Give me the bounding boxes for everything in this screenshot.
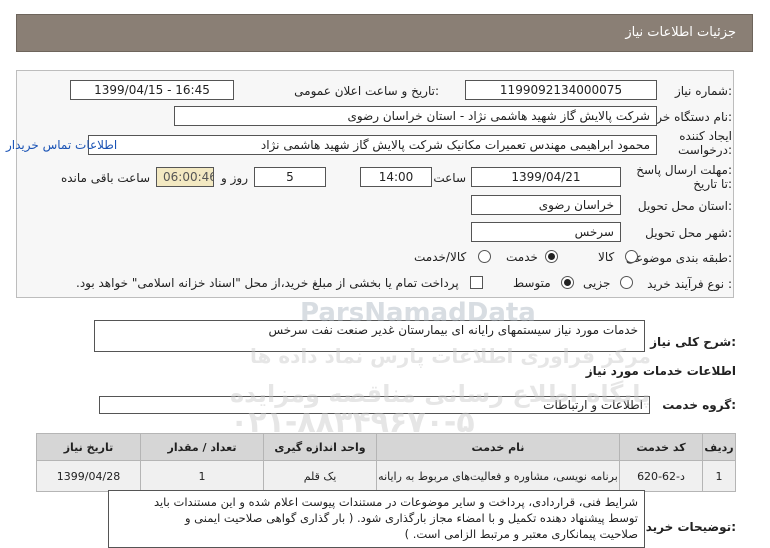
announce-field: 1399/04/15 - 16:45 <box>70 80 234 100</box>
page-header: جزئیات اطلاعات نیاز <box>16 14 753 52</box>
summary-label: شرح کلی نیاز: <box>650 335 736 349</box>
province-label: استان محل تحویل: <box>637 199 732 213</box>
category-radio-service[interactable] <box>545 250 558 263</box>
cell-unit: یک قلم <box>263 460 377 492</box>
need-number-label: شماره نیاز: <box>674 84 732 98</box>
col-code-header: کد خدمت <box>619 433 703 461</box>
deadline-days-label: روز و <box>221 171 248 185</box>
notes-line: صلاحیت پیمانکاری معتبر و مرتبط الزامی اس… <box>404 527 638 541</box>
deadline-days-field: 5 <box>254 167 326 187</box>
category-option-goods: کالا <box>598 250 615 264</box>
deadline-date-field: 1399/04/21 <box>471 167 621 187</box>
need-number-field: 1199092134000075 <box>465 80 657 100</box>
watermark-phone: ۰۲۱-۸۸۳۴۹۶۷۰-۵ <box>230 405 475 440</box>
treasury-payment-checkbox[interactable] <box>470 276 483 289</box>
watermark-line1: مرکز فراوری اطلاعات پارس نماد داده ها <box>250 344 651 368</box>
creator-label-line2: درخواست: <box>678 143 732 157</box>
buyer-contact-link[interactable]: اطلاعات تماس خریدار <box>6 138 117 152</box>
cell-name: برنامه نویسی، مشاوره و فعالیت‌های مربوط … <box>376 460 620 492</box>
process-option-medium: متوسط <box>513 276 551 290</box>
category-option-service: خدمت <box>506 250 538 264</box>
notes-label: توضیحات خریدار: <box>634 520 736 534</box>
services-table: ردیف کد خدمت نام خدمت واحد اندازه گیری ت… <box>36 433 736 492</box>
page: جزئیات اطلاعات نیاز شماره نیاز: 11990921… <box>0 0 770 548</box>
cell-qty: 1 <box>140 460 264 492</box>
process-option-minor: جزیی <box>583 276 611 290</box>
buyer-field: شرکت پالایش گاز شهید هاشمی نژاد - استان … <box>174 106 657 126</box>
city-field: سرخس <box>471 222 621 242</box>
cell-code: د-62-620 <box>619 460 703 492</box>
watermark-brand: ParsNamadData <box>300 298 536 328</box>
service-group-label: گروه خدمت: <box>662 398 736 412</box>
announce-label: تاریخ و ساعت اعلان عمومی: <box>294 84 439 98</box>
process-radio-medium[interactable] <box>561 276 574 289</box>
treasury-payment-note: پرداخت تمام یا بخشی از مبلغ خرید،از محل … <box>76 276 459 290</box>
creator-label-line1: ایجاد کننده <box>679 129 732 143</box>
notes-field: شرایط فنی، قراردادی، پرداخت و سایر موضوع… <box>108 490 645 548</box>
notes-line: توسط پیشنهاد دهنده تکمیل و با امضاء مجاز… <box>184 511 638 525</box>
deadline-time-label: ساعت <box>433 171 466 185</box>
cell-date: 1399/04/28 <box>36 460 141 492</box>
deadline-time-field: 14:00 <box>360 167 432 187</box>
category-option-goods-service: کالا/خدمت <box>414 250 467 264</box>
watermark-line2: پایگاه اطلاع رسانی مناقصه ومزایده <box>230 380 651 408</box>
table-row: 1 د-62-620 برنامه نویسی، مشاوره و فعالیت… <box>36 460 736 492</box>
col-row-header: ردیف <box>702 433 736 461</box>
creator-field: محمود ابراهیمی مهندس تعمیرات مکانیک شرکت… <box>88 135 657 155</box>
remaining-time-field: 06:00:46 <box>156 167 214 187</box>
process-radio-minor[interactable] <box>620 276 633 289</box>
category-radio-goods[interactable] <box>625 250 638 263</box>
col-date-header: تاریخ نیاز <box>36 433 141 461</box>
deadline-label-line1: مهلت ارسال پاسخ: <box>636 163 732 177</box>
cell-row: 1 <box>702 460 736 492</box>
category-radio-goods-service[interactable] <box>478 250 491 263</box>
page-title: جزئیات اطلاعات نیاز <box>625 25 736 40</box>
notes-line: شرایط فنی، قراردادی، پرداخت و سایر موضوع… <box>153 495 638 509</box>
category-label: طبقه بندی موضوعی: <box>625 251 732 265</box>
remaining-time-label: ساعت باقی مانده <box>60 171 150 185</box>
city-label: شهر محل تحویل: <box>645 226 732 240</box>
province-field: خراسان رضوی <box>471 195 621 215</box>
process-label: نوع فرآیند خرید : <box>647 277 732 291</box>
deadline-label-line2: تا تاریخ: <box>693 177 732 191</box>
